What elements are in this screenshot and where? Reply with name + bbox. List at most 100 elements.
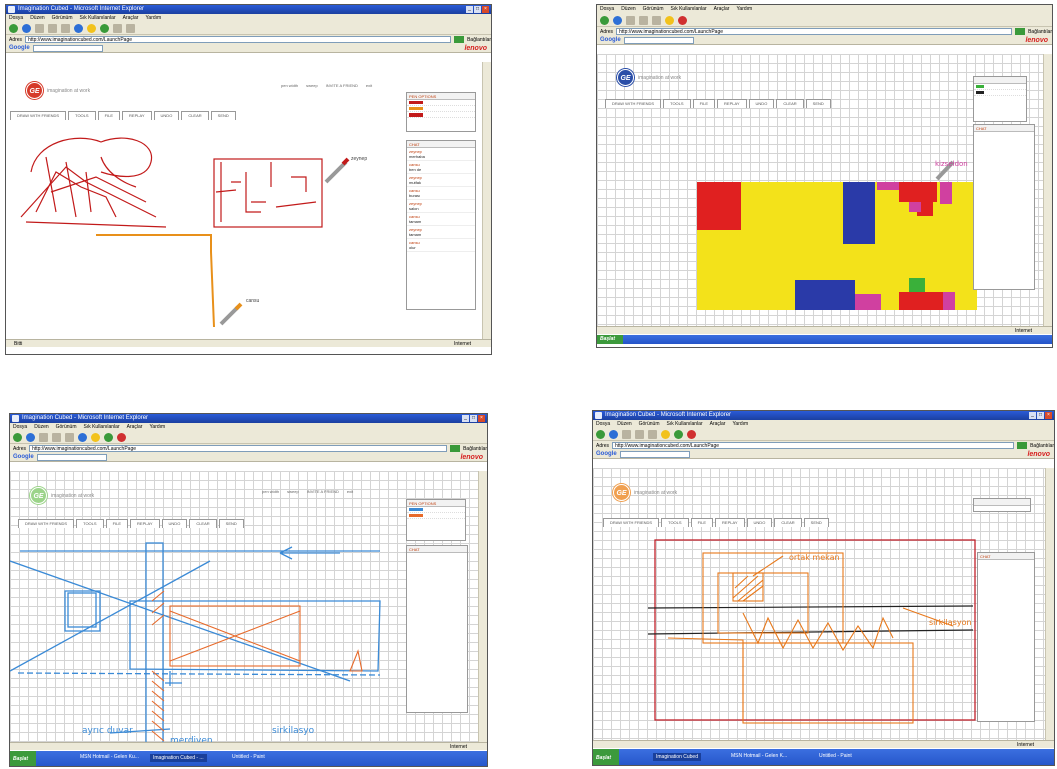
color-swatch[interactable] [409,112,423,117]
go-button[interactable] [450,445,461,452]
menu-item-tools[interactable]: Araçlar [123,14,139,22]
menu-item-tools[interactable]: Araçlar [714,5,730,14]
menu-item-view[interactable]: Görünüm [639,420,660,428]
color-swatch[interactable] [409,508,423,511]
favorites-star-icon[interactable] [661,429,670,439]
menu-item-file[interactable]: Dosya [600,5,614,14]
menu-item-help[interactable]: Yardım [736,5,752,14]
color-swatch[interactable] [409,107,423,110]
close-icon[interactable]: × [1045,412,1052,419]
menu-item-file[interactable]: Dosya [9,14,23,22]
page-canvas[interactable]: GE imagination at work DRAW WITH FRIENDS… [597,54,1043,326]
taskbar-item-active[interactable]: Imagination Cubed [653,753,701,761]
start-button[interactable]: Başlat [593,749,619,765]
start-button[interactable]: Başlat [10,751,36,766]
menu-item-view[interactable]: Görünüm [56,423,77,431]
home-icon[interactable] [61,23,70,33]
minimize-icon[interactable]: _ [462,415,469,422]
close-icon[interactable]: × [482,6,489,13]
google-search-input[interactable] [36,453,107,461]
menu-item-edit[interactable]: Düzen [34,423,48,431]
pen-width-row[interactable] [974,90,1026,96]
refresh-icon[interactable] [639,15,648,25]
back-icon[interactable] [13,432,22,442]
menu-item-favorites[interactable]: Sık Kullanılanlar [666,420,702,428]
menu-item-file[interactable]: Dosya [596,420,610,428]
stop-icon[interactable] [39,432,48,442]
refresh-icon[interactable] [635,429,644,439]
back-icon[interactable] [9,23,18,33]
favorites-star-icon[interactable] [665,15,674,25]
close-icon[interactable]: × [478,415,485,422]
mail-icon[interactable] [687,429,696,439]
google-search-input[interactable] [623,36,694,44]
page-canvas[interactable]: GE imagination at work DRAW WITH FRIENDS… [593,468,1045,740]
color-swatch[interactable] [976,85,984,88]
menu-item-edit[interactable]: Düzen [621,5,635,14]
refresh-icon[interactable] [48,23,57,33]
menu-item-edit[interactable]: Düzen [30,14,44,22]
address-input[interactable]: http://www.imaginationcubed.com/LaunchPa… [612,442,1015,449]
forward-icon[interactable] [22,23,31,33]
address-input[interactable]: http://www.imaginationcubed.com/LaunchPa… [616,28,1013,35]
mail-icon[interactable] [117,432,126,442]
forward-icon[interactable] [609,429,618,439]
start-button[interactable]: Başlat [597,335,623,344]
media-icon[interactable] [674,429,683,439]
home-icon[interactable] [65,432,74,442]
media-icon[interactable] [100,23,109,33]
links-label[interactable]: Bağlantılar [1028,29,1052,35]
minimize-icon[interactable]: _ [1029,412,1036,419]
google-search-input[interactable] [32,44,103,52]
maximize-icon[interactable]: □ [474,6,481,13]
taskbar-item-active[interactable]: Imagination Cubed - ... [150,754,207,762]
page-canvas[interactable]: GE imagination at work pen width sweep I… [6,62,482,339]
color-swatch[interactable] [409,101,423,104]
menu-item-tools[interactable]: Araçlar [127,423,143,431]
address-input[interactable]: http://www.imaginationcubed.com/LaunchPa… [29,445,448,452]
menu-item-favorites[interactable]: Sık Kullanılanlar [83,423,119,431]
menu-item-file[interactable]: Dosya [13,423,27,431]
refresh-icon[interactable] [52,432,61,442]
pen-opacity-row[interactable] [407,112,475,118]
favorites-star-icon[interactable] [87,23,96,33]
maximize-icon[interactable]: □ [470,415,477,422]
stop-icon[interactable] [626,15,635,25]
taskbar-item[interactable]: Untitled - Paint [232,754,265,760]
menu-item-help[interactable]: Yardım [149,423,165,431]
stop-icon[interactable] [622,429,631,439]
stop-icon[interactable] [35,23,44,33]
taskbar-item[interactable]: MSN Hotmail - Gelen Ku... [80,754,139,760]
address-input[interactable]: http://www.imaginationcubed.com/LaunchPa… [25,36,452,43]
menu-item-view[interactable]: Görünüm [643,5,664,14]
page-canvas[interactable]: GE imagination at work pen width sweep I… [10,471,478,742]
menu-item-tools[interactable]: Araçlar [710,420,726,428]
home-icon[interactable] [652,15,661,25]
forward-icon[interactable] [26,432,35,442]
media-icon[interactable] [678,15,687,25]
search-icon[interactable] [78,432,87,442]
mail-icon[interactable] [113,23,122,33]
go-button[interactable] [454,36,465,43]
back-icon[interactable] [600,15,609,25]
menu-item-help[interactable]: Yardım [732,420,748,428]
links-label[interactable]: Bağlantılar [1030,443,1054,449]
vertical-scrollbar[interactable] [1043,54,1052,326]
home-icon[interactable] [648,429,657,439]
color-swatch[interactable] [976,91,984,94]
favorites-star-icon[interactable] [91,432,100,442]
vertical-scrollbar[interactable] [1045,468,1054,740]
maximize-icon[interactable]: □ [1037,412,1044,419]
taskbar-item[interactable]: Untitled - Paint [819,753,852,759]
print-icon[interactable] [126,23,135,33]
vertical-scrollbar[interactable] [482,62,491,339]
google-search-input[interactable] [619,450,690,458]
menu-item-favorites[interactable]: Sık Kullanılanlar [79,14,115,22]
taskbar-item[interactable]: MSN Hotmail - Gelen K... [731,753,787,759]
menu-item-edit[interactable]: Düzen [617,420,631,428]
minimize-icon[interactable]: _ [466,6,473,13]
forward-icon[interactable] [613,15,622,25]
menu-item-favorites[interactable]: Sık Kullanılanlar [670,5,706,14]
media-icon[interactable] [104,432,113,442]
links-label[interactable]: Bağlantılar [467,37,491,43]
